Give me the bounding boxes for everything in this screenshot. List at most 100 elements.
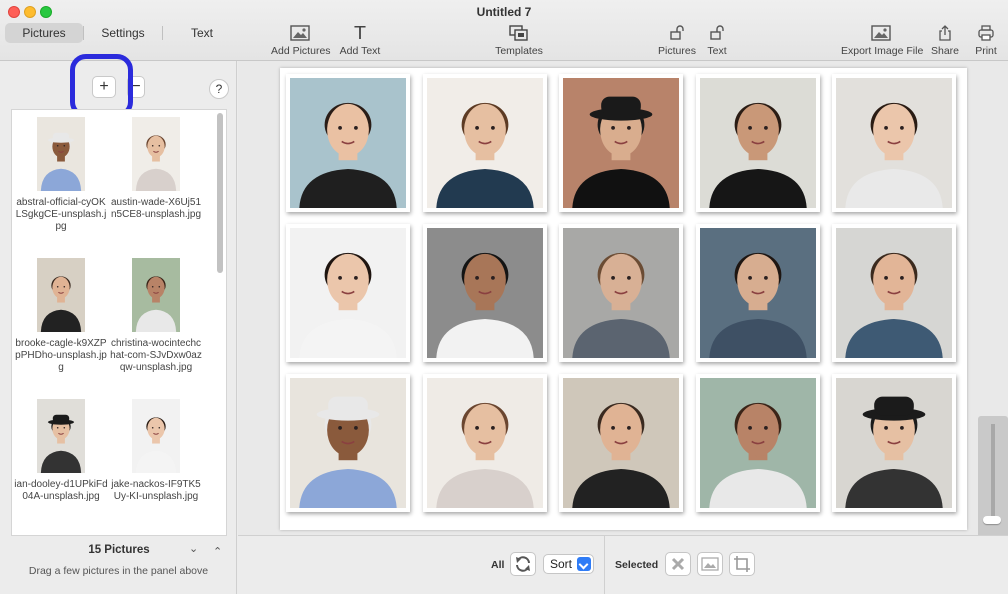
portrait-image xyxy=(290,228,406,358)
photo-image xyxy=(563,78,679,208)
add-pictures-label: Add Pictures xyxy=(271,45,331,57)
photo-image xyxy=(290,228,406,358)
replace-picture-button[interactable] xyxy=(697,552,723,576)
collage-photo[interactable] xyxy=(832,74,956,212)
thumbnail-item[interactable]: ian-dooley-d1UPkiFd04A-unsplash.jpg xyxy=(14,399,108,503)
portrait-thumbnail xyxy=(37,258,85,332)
help-button[interactable]: ? xyxy=(209,79,229,99)
collage-photo[interactable] xyxy=(286,374,410,512)
sidebar-tabs: Pictures Settings Text xyxy=(5,23,241,43)
add-pictures-button[interactable]: Add Pictures xyxy=(271,24,331,57)
thumbnail-filename: ian-dooley-d1UPkiFd04A-unsplash.jpg xyxy=(14,479,108,502)
thumbnail-image xyxy=(132,258,180,332)
unlock-icon xyxy=(710,25,724,40)
export-image-button[interactable]: Export Image File xyxy=(841,24,924,57)
templates-label: Templates xyxy=(495,45,543,57)
thumbnail-image xyxy=(37,399,85,473)
photo-image xyxy=(836,378,952,508)
collage-photo[interactable] xyxy=(832,224,956,362)
window-title: Untitled 7 xyxy=(476,5,532,19)
lock-text-label: Text xyxy=(707,45,727,57)
sidebar: + − ? abstral-official-cyOKLSgkgCE-unspl… xyxy=(0,54,237,594)
thumbnail-image xyxy=(37,258,85,332)
share-button[interactable]: Share xyxy=(931,24,959,57)
main-area xyxy=(238,61,1008,538)
collage-photo[interactable] xyxy=(695,74,820,212)
photo-image xyxy=(836,78,952,208)
thumbnail-list[interactable]: abstral-official-cyOKLSgkgCE-unsplash.jp… xyxy=(11,109,227,536)
portrait-thumbnail xyxy=(37,117,85,191)
bottom-bar: All Sort Selected xyxy=(238,535,1008,594)
collage-canvas[interactable] xyxy=(280,68,967,530)
zoom-slider-knob[interactable] xyxy=(983,516,1001,524)
portrait-image xyxy=(290,378,406,508)
tab-text[interactable]: Text xyxy=(163,23,241,43)
chevron-down-icon[interactable]: ⌄ xyxy=(189,542,198,555)
collage-photo[interactable] xyxy=(422,224,547,362)
thumbnail-filename: christina-wocintechchat-com-SJvDxw0azqw-… xyxy=(110,338,202,373)
thumbnail-item[interactable]: brooke-cagle-k9XZPpPHDho-unsplash.jpg xyxy=(14,258,108,374)
add-text-button[interactable]: T Add Text xyxy=(338,22,382,58)
portrait-image xyxy=(836,378,952,508)
portrait-thumbnail xyxy=(37,399,85,473)
collage-photo[interactable] xyxy=(832,374,956,512)
print-label: Print xyxy=(975,45,997,57)
zoom-slider[interactable] xyxy=(978,416,1008,538)
picture-icon xyxy=(701,557,719,571)
portrait-image xyxy=(699,378,816,508)
collage-photo[interactable] xyxy=(286,224,410,362)
text-t-icon: T xyxy=(354,22,366,44)
collage-photo[interactable] xyxy=(286,74,410,212)
lock-text-button[interactable]: Text xyxy=(704,24,730,57)
thumbnail-scrollbar[interactable] xyxy=(217,113,223,273)
portrait-thumbnail xyxy=(132,258,180,332)
export-image-label: Export Image File xyxy=(841,45,924,57)
lock-pictures-button[interactable]: Pictures xyxy=(656,24,698,57)
thumbnail-item[interactable]: abstral-official-cyOKLSgkgCE-unsplash.jp… xyxy=(14,117,108,233)
thumbnail-image xyxy=(37,117,85,191)
collage-photo[interactable] xyxy=(695,224,820,362)
portrait-image xyxy=(563,378,679,508)
share-icon xyxy=(939,25,951,41)
collage-photo[interactable] xyxy=(422,74,547,212)
chevron-down-icon xyxy=(577,557,591,571)
chevron-up-icon[interactable]: ⌃ xyxy=(213,545,222,558)
unlock-icon xyxy=(670,25,684,40)
collage-photo[interactable] xyxy=(695,374,820,512)
photo-image xyxy=(426,78,543,208)
tab-pictures[interactable]: Pictures xyxy=(5,23,83,43)
sort-select-value: Sort xyxy=(550,557,573,571)
photo-image xyxy=(563,228,679,358)
thumbnail-item[interactable]: austin-wade-X6Uj51n5CE8-unsplash.jpg xyxy=(109,117,203,221)
photo-image xyxy=(699,228,816,358)
photo-image xyxy=(563,378,679,508)
print-button[interactable]: Print xyxy=(973,24,999,57)
close-icon xyxy=(671,557,685,571)
delete-selected-button[interactable] xyxy=(665,552,691,576)
thumbnail-item[interactable]: jake-nackos-IF9TK5Uy-KI-unsplash.jpg xyxy=(109,399,203,503)
photo-image xyxy=(290,378,406,508)
thumbnail-filename: austin-wade-X6Uj51n5CE8-unsplash.jpg xyxy=(110,197,202,220)
picture-icon xyxy=(290,25,310,41)
add-text-label: Add Text xyxy=(339,45,381,57)
templates-button[interactable]: Templates xyxy=(493,24,545,57)
portrait-image xyxy=(563,228,679,358)
picture-count: 15 Pictures xyxy=(88,544,150,556)
collage-photo[interactable] xyxy=(422,374,547,512)
tab-settings[interactable]: Settings xyxy=(84,23,162,43)
refresh-icon xyxy=(516,556,530,572)
crop-button[interactable] xyxy=(729,552,755,576)
portrait-image xyxy=(426,228,543,358)
title-toolbar: Untitled 7 Pictures Settings Text Add Pi… xyxy=(0,0,1008,61)
collage-photo[interactable] xyxy=(559,374,683,512)
portrait-image xyxy=(563,78,679,208)
portrait-image xyxy=(290,78,406,208)
thumbnail-filename: brooke-cagle-k9XZPpPHDho-unsplash.jpg xyxy=(15,338,107,373)
collage-photo[interactable] xyxy=(559,74,683,212)
sort-select[interactable]: Sort xyxy=(543,554,594,574)
shuffle-button[interactable] xyxy=(510,552,536,576)
photo-image xyxy=(699,378,816,508)
thumbnail-item[interactable]: christina-wocintechchat-com-SJvDxw0azqw-… xyxy=(109,258,203,374)
collage-photo[interactable] xyxy=(559,224,683,362)
thumbnail-image xyxy=(132,399,180,473)
